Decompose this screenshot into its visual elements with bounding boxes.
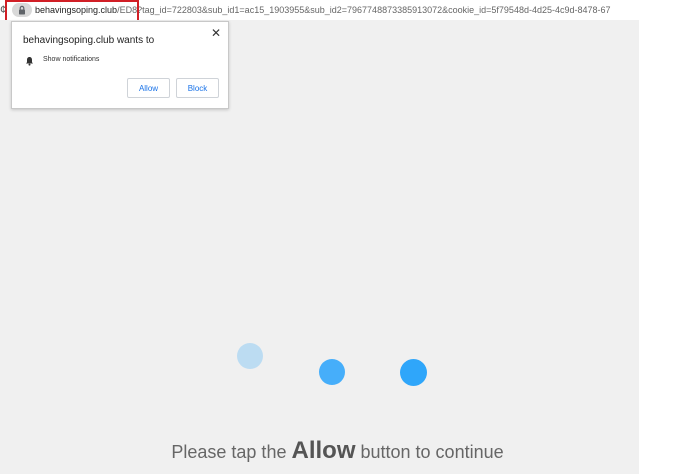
allow-button[interactable]: Allow [127,78,170,98]
permission-label: Show notifications [43,56,100,63]
instruction-before: Please tap the [171,442,287,462]
url-path: /ED8?tag_id=722803&sub_id1=ac15_1903955&… [117,5,611,15]
close-icon[interactable]: ✕ [210,27,222,39]
loading-dot [237,343,263,369]
browser-window: ¢ behavingsoping.club/ED8?tag_id=722803&… [0,0,689,474]
instruction-after: button to continue [360,442,504,462]
loading-dot [400,359,427,386]
bell-icon [26,57,33,66]
prompt-title: behavingsoping.club wants to [23,35,155,46]
block-button[interactable]: Block [176,78,219,98]
loading-dot [319,359,345,385]
instruction-text: Please tap the Allow button to continue [0,437,675,465]
instruction-allow-emphasis: Allow [291,437,356,464]
notification-permission-prompt: behavingsoping.club wants to ✕ Show noti… [11,21,229,109]
url-highlight-box [5,0,139,20]
address-bar[interactable]: ¢ behavingsoping.club/ED8?tag_id=722803&… [0,0,689,20]
